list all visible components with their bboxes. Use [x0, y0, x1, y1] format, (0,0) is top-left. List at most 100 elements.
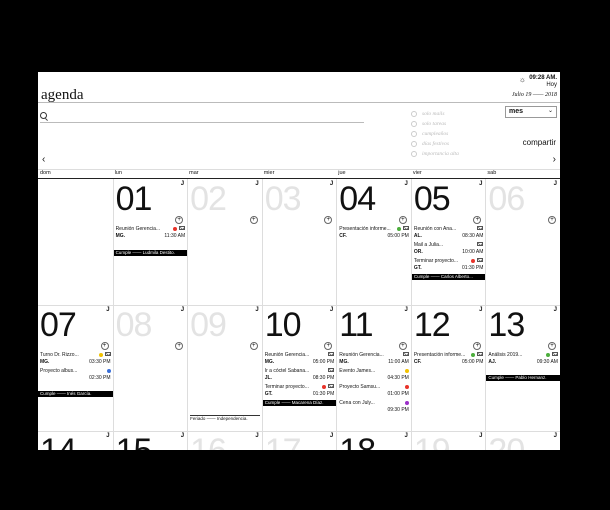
event-item[interactable]: Reunión Gerencia... MG. 11:30 AM [116, 226, 186, 242]
radio-icon[interactable] [411, 121, 417, 127]
add-event-icon[interactable]: + [175, 216, 184, 224]
day-cell[interactable]: 04 J + Presentación informe... CF. 05:00 PM [336, 179, 411, 305]
event-title: Turno Dr. Rizzo... [40, 352, 79, 358]
priority-dot-icon [471, 259, 476, 263]
day-cell[interactable]: 07 J + Turno Dr. Rizzo... MG. 03:30 PM Proyect… [38, 305, 113, 431]
filter-option[interactable]: solo tareas [411, 119, 459, 129]
event-item[interactable]: Ir a cóctel Sabana... JL. 08:30 PM [265, 368, 335, 384]
event-item[interactable]: Análisis 2019... AJ. 09:30 AM [488, 352, 558, 368]
event-item[interactable]: Reunión Gerencia... MG. 05:00 PM [265, 352, 335, 368]
birthday-banner[interactable]: Cumple —— Macarena Díaz. [262, 400, 337, 406]
day-cell[interactable]: 10 J + Reunión Gerencia... MG. 05:00 PM Ir a c… [261, 305, 337, 431]
weekday-label: dom [40, 170, 51, 176]
event-title: Reunión Gerencia... [115, 226, 161, 232]
add-event-icon[interactable]: + [100, 342, 109, 350]
day-cell[interactable]: 19 J [410, 431, 486, 450]
event-owner: MG. [40, 359, 50, 365]
filter-option[interactable]: importancia alta [411, 149, 459, 159]
weekday-header: dom lun mar mier jue vier sab [38, 170, 560, 178]
birthday-banner[interactable]: Cumple —— Carlos Alberto... [411, 274, 486, 280]
event-item[interactable]: Proyecto albus... 02:30 PM [40, 368, 111, 384]
day-marker: J [553, 433, 557, 439]
day-cell[interactable]: 02 J + [187, 179, 262, 305]
priority-dot-icon [106, 369, 111, 373]
radio-icon[interactable] [411, 151, 417, 157]
add-event-icon[interactable]: + [398, 342, 407, 350]
add-event-icon[interactable]: + [249, 342, 258, 350]
event-item[interactable]: Reunión Gerencia... MG. 11:00 AM [339, 352, 409, 368]
day-cell[interactable]: 17 J [261, 431, 337, 450]
day-cell[interactable]: 14 J [38, 431, 113, 450]
add-event-icon[interactable]: + [398, 216, 407, 224]
mail-icon[interactable] [179, 226, 186, 230]
add-event-icon[interactable]: + [473, 342, 482, 350]
holiday-label: Feriado —— Independencia. [190, 415, 260, 422]
share-button[interactable]: compartir [523, 138, 556, 147]
mail-icon[interactable] [402, 352, 409, 356]
add-event-icon[interactable]: + [324, 342, 333, 350]
event-item[interactable]: Reunión con Ana... AL. 08:30 AM [414, 226, 484, 242]
day-cell[interactable]: 01 J + Reunión Gerencia... MG. 11:30 AM Cumple… [112, 179, 188, 305]
day-cell[interactable]: 16 J [187, 431, 262, 450]
day-cell[interactable]: 08 J + [112, 305, 188, 431]
event-item[interactable]: Cena con July... 09:30 PM [339, 400, 409, 416]
event-item[interactable]: Presentación informe... CF. 05:00 PM [339, 226, 409, 242]
day-cell[interactable]: 03 J + [261, 179, 337, 305]
mail-icon[interactable] [328, 352, 335, 356]
event-item[interactable]: Terminar proyecto... GT. 01:30 PM [414, 258, 484, 274]
day-cell[interactable]: 11 J + Reunión Gerencia... MG. 11:00 AM Evento… [336, 305, 411, 431]
mail-icon[interactable] [477, 352, 484, 356]
event-item[interactable]: Terminar proyecto... GT. 01:30 PM [265, 384, 335, 400]
add-event-icon[interactable]: + [175, 342, 184, 350]
radio-icon[interactable] [411, 131, 417, 137]
birthday-banner[interactable]: Cumple —— Inés García. [38, 391, 113, 397]
mail-icon[interactable] [477, 226, 484, 230]
event-item[interactable]: Proyecto Samsu... 01:00 PM [339, 384, 409, 400]
day-cell[interactable]: 12 J + Presentación informe... CF. 05:00 PM [410, 305, 486, 431]
filter-option[interactable]: días festivos [411, 139, 459, 149]
event-item[interactable]: Turno Dr. Rizzo... MG. 03:30 PM [40, 352, 111, 368]
search-input[interactable] [50, 109, 350, 120]
add-event-icon[interactable]: + [473, 216, 482, 224]
mail-icon[interactable] [477, 258, 484, 262]
day-marker: J [404, 433, 408, 439]
add-event-icon[interactable]: + [547, 216, 556, 224]
prev-month-button[interactable]: ‹ [42, 154, 45, 165]
birthday-banner[interactable]: Cumple —— Pablo Hernanz. [486, 375, 560, 381]
radio-icon[interactable] [411, 141, 417, 147]
event-time: 11:00 AM [388, 359, 409, 365]
priority-dot-icon [545, 353, 550, 357]
day-cell[interactable]: 18 J [336, 431, 411, 450]
add-event-icon[interactable]: + [547, 342, 556, 350]
next-month-button[interactable]: › [553, 154, 556, 165]
day-cell[interactable]: 05 J + Reunión con Ana... AL. 08:30 AM Mail a … [410, 179, 486, 305]
day-cell[interactable]: 15 J [112, 431, 188, 450]
filter-label: solo tareas [422, 121, 447, 127]
mail-icon[interactable] [477, 242, 484, 246]
priority-dot-icon [396, 227, 401, 231]
day-cell[interactable]: 13 J + Análisis 2019... AJ. 09:30 AM Cumple ——… [485, 305, 560, 431]
weekday-label: jue [338, 170, 346, 176]
mail-icon[interactable] [328, 384, 335, 388]
mail-icon[interactable] [104, 352, 111, 356]
mail-icon[interactable] [402, 226, 409, 230]
add-event-icon[interactable]: + [324, 216, 333, 224]
day-cell[interactable]: 09 J + Feriado —— Independencia. [187, 305, 262, 431]
event-owner: GT. [264, 391, 273, 397]
event-item[interactable]: Mail a Julia... OR. 10:00 AM [414, 242, 484, 258]
event-title: Presentación informe... [339, 226, 391, 232]
birthday-banner[interactable]: Cumple —— Ludmila Destito. [113, 250, 188, 256]
day-marker: J [180, 433, 185, 439]
filter-option[interactable]: cumpleaños [411, 129, 459, 139]
mail-icon[interactable] [328, 368, 335, 372]
event-item[interactable]: Evento James... 04:30 PM [339, 368, 409, 384]
add-event-icon[interactable]: + [249, 216, 258, 224]
view-select[interactable]: mes ⌄ [505, 106, 557, 118]
mail-icon[interactable] [551, 352, 558, 356]
search-icon[interactable] [40, 112, 47, 119]
day-cell[interactable]: 06 J + [485, 179, 560, 305]
radio-icon[interactable] [411, 111, 417, 117]
event-item[interactable]: Presentación informe... CF. 05:00 PM [414, 352, 484, 368]
day-cell[interactable]: 20 J [485, 431, 560, 450]
filter-option[interactable]: solo mails [411, 109, 459, 119]
